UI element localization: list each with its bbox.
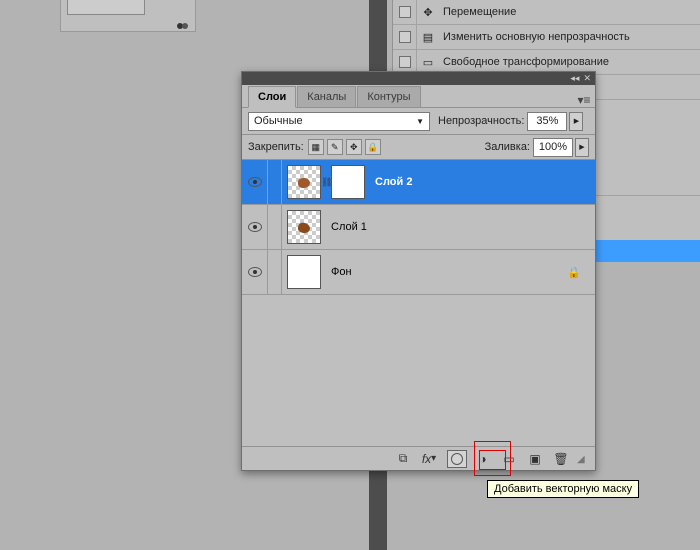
eye-icon [248, 177, 262, 187]
link-column[interactable] [268, 250, 282, 295]
chevron-down-icon: ▼ [416, 117, 424, 126]
thumb-content [298, 178, 310, 188]
opacity-input[interactable]: 35% [527, 112, 567, 131]
layer-thumbnail[interactable] [287, 165, 321, 199]
fill-flyout-icon[interactable]: ▶ [575, 138, 589, 157]
opacity-label: Непрозрачность: [438, 115, 524, 127]
thumb-content [297, 222, 311, 235]
tab-channels[interactable]: Каналы [297, 86, 356, 107]
history-item-move[interactable]: ✥ Перемещение [393, 0, 700, 25]
layer-name[interactable]: Фон [331, 266, 352, 278]
layer-name[interactable]: Слой 1 [331, 221, 367, 233]
layer-row[interactable]: Слой 1 [242, 205, 595, 250]
panel-tabs: Слои Каналы Контуры ▾≡ [242, 85, 595, 108]
visibility-toggle[interactable] [242, 160, 268, 205]
resize-grip-icon[interactable]: ◢ [577, 454, 587, 464]
link-column[interactable] [268, 160, 282, 205]
delete-layer-icon[interactable]: 🗑 [551, 450, 571, 468]
lock-fill-row: Закрепить: ▦ ✎ ✥ 🔒 Заливка: 100% ▶ [242, 135, 595, 160]
layer-name[interactable]: Слой 2 [375, 176, 412, 188]
history-checkbox[interactable] [393, 25, 417, 50]
blend-mode-value: Обычные [254, 115, 303, 127]
move-icon: ✥ [417, 6, 439, 19]
layers-panel: ◂◂ ✕ Слои Каналы Контуры ▾≡ Обычные ▼ Не… [241, 71, 596, 471]
new-group-icon[interactable]: ▭ [499, 450, 519, 468]
layer-thumbnail[interactable] [287, 255, 321, 289]
layer-row[interactable]: ⛓ Слой 2 [242, 160, 595, 205]
close-icon[interactable]: ✕ [583, 74, 591, 83]
eye-icon [248, 222, 262, 232]
blend-opacity-row: Обычные ▼ Непрозрачность: 35% ▶ [242, 108, 595, 135]
layer-mask-thumbnail[interactable] [331, 165, 365, 199]
history-label: Свободное трансформирование [439, 56, 609, 68]
lock-pixels-icon[interactable]: ✎ [327, 139, 343, 155]
link-column[interactable] [268, 205, 282, 250]
layers-footer: ⧉ fx▾ ◑ ▭ ▣ 🗑 ◢ [242, 446, 595, 470]
panel-menu-icon[interactable]: ▾≡ [573, 93, 595, 107]
layer-list: ⛓ Слой 2 Слой 1 Фон 🔒 [242, 160, 595, 295]
mask-link-icon[interactable]: ⛓ [321, 177, 329, 188]
collapse-icon[interactable]: ◂◂ [570, 74, 579, 83]
link-layers-icon[interactable]: ⧉ [393, 450, 413, 468]
new-layer-icon[interactable]: ▣ [525, 450, 545, 468]
panel-titlebar[interactable]: ◂◂ ✕ [242, 72, 595, 85]
fill-label: Заливка: [485, 141, 530, 153]
add-mask-button[interactable] [447, 450, 467, 468]
history-item-opacity[interactable]: ▤ Изменить основную непрозрачность [393, 25, 700, 50]
layer-row[interactable]: Фон 🔒 [242, 250, 595, 295]
opacity-flyout-icon[interactable]: ▶ [569, 112, 583, 131]
tab-layers[interactable]: Слои [248, 86, 296, 108]
lock-label: Закрепить: [248, 141, 304, 153]
navigator-thumb [67, 0, 145, 15]
history-label: Изменить основную непрозрачность [439, 31, 630, 43]
layer-thumbnail[interactable] [287, 210, 321, 244]
lock-icon: 🔒 [567, 266, 581, 279]
lock-transparency-icon[interactable]: ▦ [308, 139, 324, 155]
lock-all-icon[interactable]: 🔒 [365, 139, 381, 155]
tab-paths[interactable]: Контуры [357, 86, 420, 107]
transform-icon: ▭ [417, 56, 439, 69]
blend-mode-select[interactable]: Обычные ▼ [248, 112, 430, 131]
visibility-toggle[interactable] [242, 250, 268, 295]
history-label: Перемещение [439, 6, 516, 18]
eye-icon [248, 267, 262, 277]
fill-input[interactable]: 100% [533, 138, 573, 157]
lock-position-icon[interactable]: ✥ [346, 139, 362, 155]
visibility-toggle[interactable] [242, 205, 268, 250]
opacity-icon: ▤ [417, 31, 439, 44]
fx-icon[interactable]: fx▾ [419, 450, 439, 468]
tooltip: Добавить векторную маску [487, 480, 639, 498]
panel-icon [171, 18, 189, 28]
navigator-panel-fragment [60, 0, 196, 32]
adjustment-layer-icon[interactable]: ◑ [473, 450, 493, 468]
layer-list-empty [242, 295, 595, 435]
lock-icons-group: ▦ ✎ ✥ 🔒 [308, 139, 381, 155]
history-checkbox[interactable] [393, 0, 417, 25]
